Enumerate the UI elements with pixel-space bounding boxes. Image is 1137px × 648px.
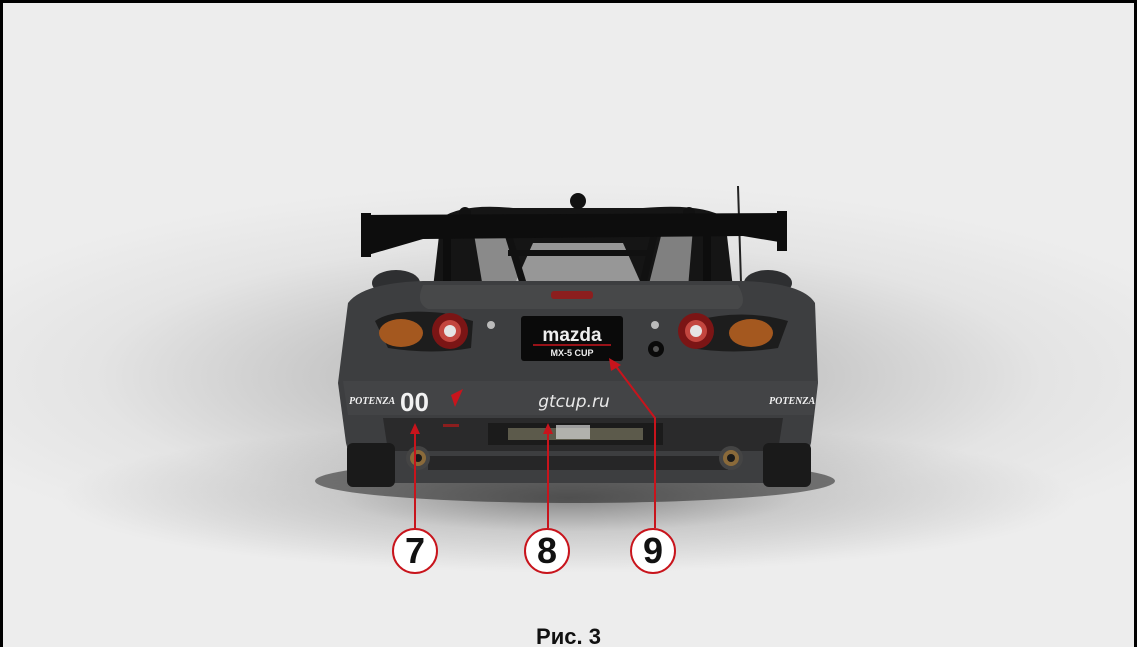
callout-8: 8 (524, 528, 570, 574)
plate-sub: MX-5 CUP (550, 348, 593, 358)
figure-caption: Рис. 3 (536, 624, 601, 647)
plate-logo: mazda (542, 325, 602, 346)
figure-frame: mazda MX-5 CUP POTENZA POTENZA 00 gtcup.… (0, 0, 1137, 647)
callout-9: 9 (630, 528, 676, 574)
callout-7: 7 (392, 528, 438, 574)
race-number: 00 (400, 387, 429, 417)
tyre-brand-left: POTENZA (349, 396, 395, 407)
callout-8-label: 8 (536, 530, 558, 571)
website-text: gtcup.ru (538, 392, 610, 412)
tyre-brand-right: POTENZA (769, 396, 815, 407)
callout-7-label: 7 (404, 530, 426, 571)
callout-9-label: 9 (642, 530, 664, 571)
